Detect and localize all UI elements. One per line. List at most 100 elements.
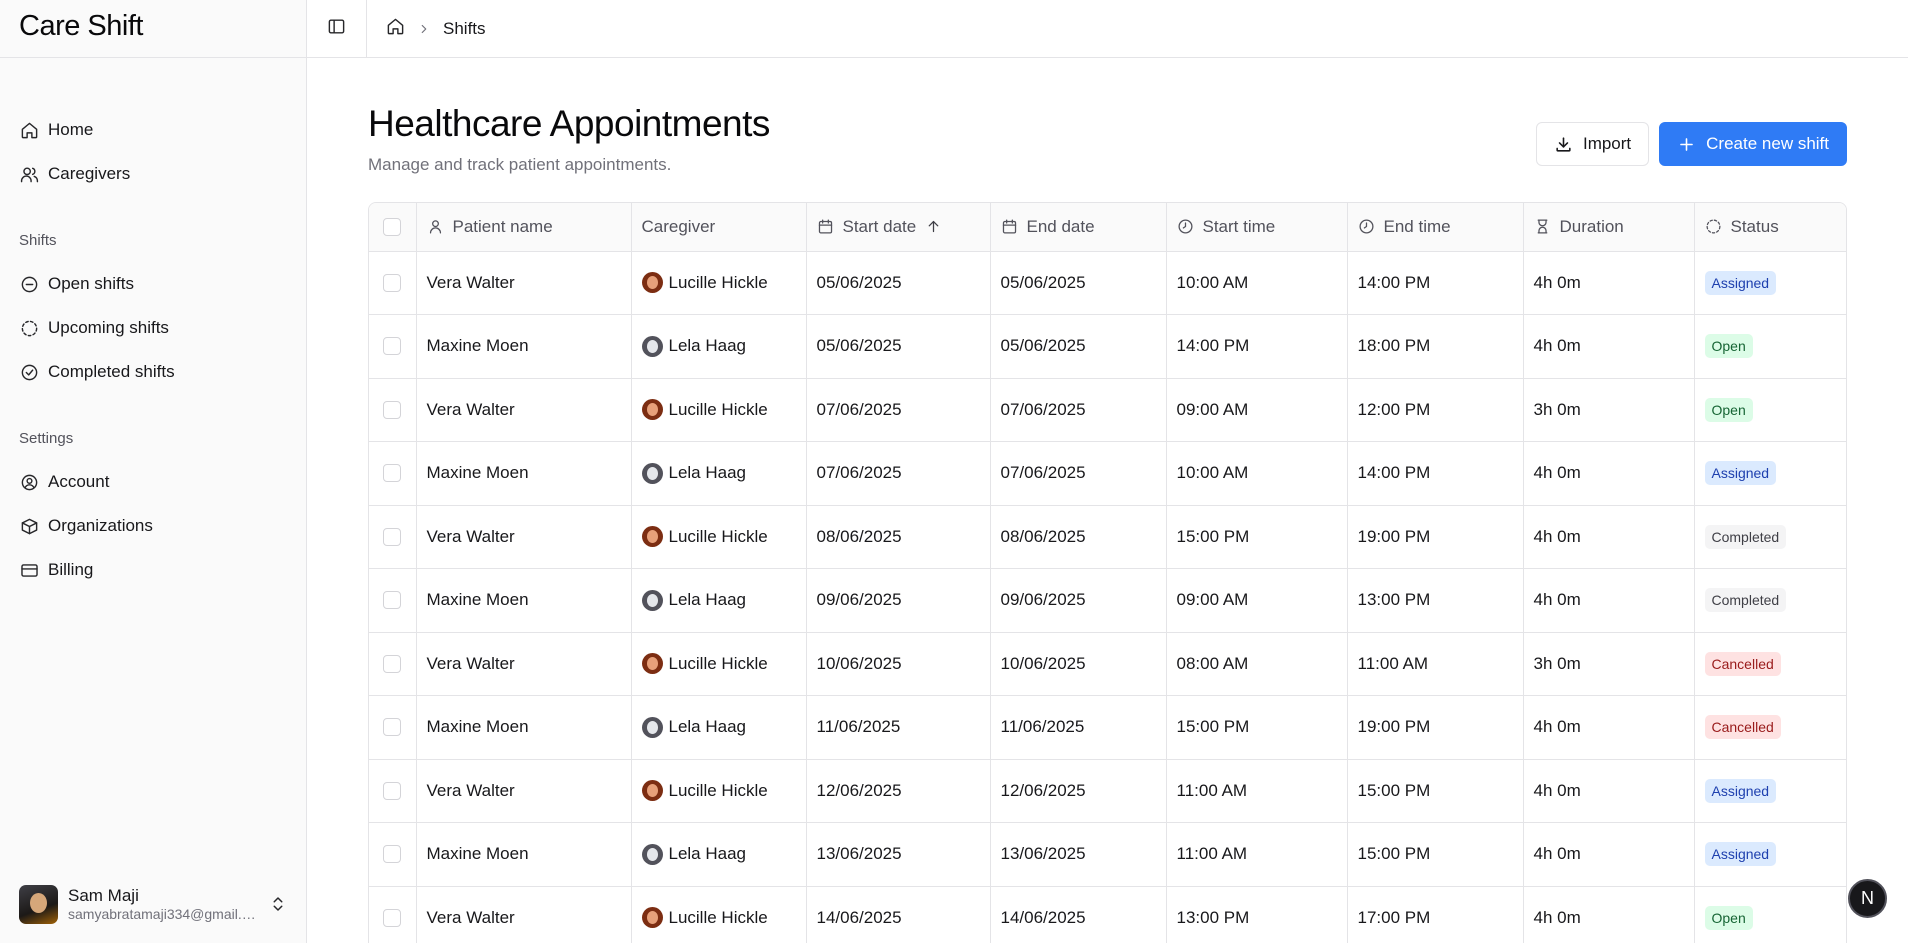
user-menu[interactable]: Sam Maji samyabratamaji334@gmail.com — [19, 883, 287, 925]
sidebar-item-completed-shifts[interactable]: Completed shifts — [19, 350, 287, 394]
column-header-status[interactable]: Status — [1694, 203, 1846, 252]
breadcrumb-home-link[interactable] — [386, 17, 405, 41]
column-header-patient[interactable]: Patient name — [416, 203, 632, 252]
sidebar-item-label: Organizations — [48, 516, 153, 535]
caregiver-name: Lucille Hickle — [668, 526, 768, 546]
row-select-cell — [369, 251, 417, 315]
chevrons-up-down-icon — [269, 895, 287, 913]
cell-status: Assigned — [1694, 822, 1846, 887]
import-label: Import — [1582, 134, 1632, 153]
cell-start-date: 13/06/2025 — [806, 822, 991, 887]
caregiver-name: Lucille Hickle — [668, 272, 768, 292]
sidebar-item-home[interactable]: Home — [19, 108, 287, 152]
table-row[interactable]: Maxine Moen Lela Haag 11/06/2025 11/06/2025… — [369, 695, 1846, 760]
table-row[interactable]: Vera Walter Lucille Hickle 10/06/2025 10/06… — [369, 632, 1846, 696]
row-checkbox[interactable] — [383, 464, 402, 483]
row-checkbox[interactable] — [383, 337, 402, 356]
row-checkbox[interactable] — [383, 845, 402, 864]
select-all-checkbox[interactable] — [383, 217, 402, 236]
column-header-start-time[interactable]: Start time — [1166, 203, 1348, 252]
sidebar-item-account[interactable]: Account — [19, 460, 287, 504]
cell-end-time: 19:00 PM — [1347, 505, 1524, 569]
caregiver-name: Lucille Hickle — [668, 780, 768, 800]
cell-caregiver: Lucille Hickle — [631, 759, 807, 823]
caregiver-avatar — [641, 526, 663, 548]
clock-icon — [1177, 218, 1203, 235]
status-badge: Assigned — [1704, 778, 1777, 803]
row-select-cell — [369, 695, 417, 760]
cell-end-date: 05/06/2025 — [990, 314, 1167, 379]
cell-start-time: 11:00 AM — [1166, 759, 1348, 823]
cell-caregiver: Lucille Hickle — [631, 632, 807, 696]
user-name: Sam Maji — [68, 886, 139, 905]
row-checkbox[interactable] — [383, 781, 402, 800]
table-row[interactable]: Maxine Moen Lela Haag 13/06/2025 13/06/2025… — [369, 822, 1846, 887]
sidebar-item-organizations[interactable]: Organizations — [19, 504, 287, 548]
import-button[interactable]: Import — [1535, 122, 1650, 166]
column-header-start-date[interactable]: Start date — [806, 203, 991, 252]
column-header-end-time[interactable]: End time — [1347, 203, 1524, 252]
plus-icon — [1677, 135, 1706, 154]
row-checkbox[interactable] — [383, 527, 402, 546]
column-label: Patient name — [452, 216, 553, 236]
row-checkbox[interactable] — [383, 654, 402, 673]
column-header-duration[interactable]: Duration — [1523, 203, 1695, 252]
circle-dashed-icon — [1705, 218, 1731, 235]
home-icon — [386, 17, 405, 41]
clock-icon — [1358, 218, 1384, 235]
cell-status: Assigned — [1694, 251, 1846, 315]
table-row[interactable]: Vera Walter Lucille Hickle 08/06/2025 08/06… — [369, 505, 1846, 569]
hourglass-icon — [1534, 218, 1560, 235]
sidebar-toggle-button[interactable] — [307, 0, 367, 58]
cell-duration: 3h 0m — [1523, 378, 1695, 442]
cell-caregiver: Lela Haag — [631, 822, 807, 887]
caregiver-name: Lela Haag — [668, 463, 747, 483]
column-label: Status — [1730, 216, 1779, 236]
row-checkbox[interactable] — [383, 400, 402, 419]
cell-duration: 4h 0m — [1523, 759, 1695, 823]
caregiver-avatar — [641, 589, 663, 611]
row-select-cell — [369, 505, 417, 569]
table-row[interactable]: Vera Walter Lucille Hickle 12/06/2025 12/06… — [369, 759, 1846, 823]
cell-caregiver: Lucille Hickle — [631, 505, 807, 569]
row-checkbox[interactable] — [383, 273, 402, 292]
table-row[interactable]: Vera Walter Lucille Hickle 07/06/2025 07/06… — [369, 378, 1846, 442]
caregiver-avatar — [641, 399, 663, 421]
status-badge: Cancelled — [1704, 715, 1781, 740]
circle-check-icon — [19, 362, 39, 382]
column-header-end-date[interactable]: End date — [990, 203, 1167, 252]
shifts-table: Patient name Caregiver Start date End da… — [368, 202, 1847, 943]
dev-tools-button[interactable]: N — [1848, 879, 1887, 918]
row-checkbox[interactable] — [383, 591, 402, 610]
sidebar-item-open-shifts[interactable]: Open shifts — [19, 262, 287, 306]
cell-end-date: 12/06/2025 — [990, 759, 1167, 823]
cell-duration: 3h 0m — [1523, 632, 1695, 696]
cell-patient: Vera Walter — [416, 886, 632, 943]
column-label: Caregiver — [641, 216, 716, 236]
cell-duration: 4h 0m — [1523, 505, 1695, 569]
status-badge: Open — [1704, 397, 1753, 422]
sidebar-item-caregivers[interactable]: Caregivers — [19, 152, 287, 196]
table-row[interactable]: Vera Walter Lucille Hickle 14/06/2025 14/06… — [369, 886, 1846, 943]
table-row[interactable]: Vera Walter Lucille Hickle 05/06/2025 05/06… — [369, 251, 1846, 315]
caregiver-avatar — [641, 843, 663, 865]
row-checkbox[interactable] — [383, 908, 402, 927]
chevron-right-icon — [417, 22, 431, 36]
cell-end-time: 15:00 PM — [1347, 822, 1524, 887]
create-shift-button[interactable]: Create new shift — [1659, 122, 1847, 166]
table-row[interactable]: Maxine Moen Lela Haag 07/06/2025 07/06/2025… — [369, 441, 1846, 506]
app-title: Care Shift — [0, 0, 306, 58]
table-row[interactable]: Maxine Moen Lela Haag 09/06/2025 09/06/2025… — [369, 568, 1846, 633]
cell-patient: Vera Walter — [416, 505, 632, 569]
column-header-caregiver[interactable]: Caregiver — [631, 203, 807, 252]
cell-patient: Maxine Moen — [416, 314, 632, 379]
row-checkbox[interactable] — [383, 718, 402, 737]
row-select-cell — [369, 314, 417, 379]
cell-duration: 4h 0m — [1523, 568, 1695, 633]
sidebar-item-upcoming-shifts[interactable]: Upcoming shifts — [19, 306, 287, 350]
column-label: Start time — [1202, 216, 1276, 236]
table-row[interactable]: Maxine Moen Lela Haag 05/06/2025 05/06/2025… — [369, 314, 1846, 379]
sidebar-item-billing[interactable]: Billing — [19, 548, 287, 592]
user-icon — [427, 218, 453, 235]
cell-caregiver: Lela Haag — [631, 568, 807, 633]
